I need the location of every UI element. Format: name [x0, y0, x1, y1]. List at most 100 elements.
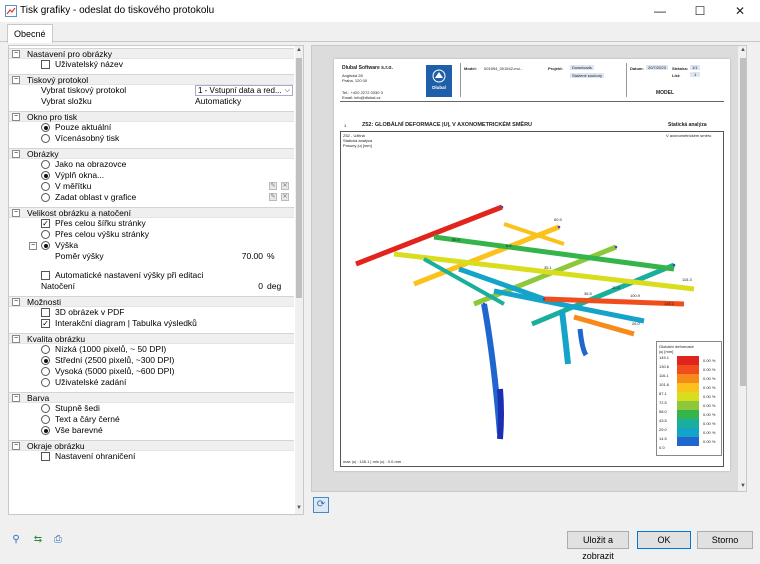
minimize-icon: —	[654, 4, 666, 18]
close-button[interactable]: ✕	[720, 0, 760, 22]
collapse-icon[interactable]: −	[12, 335, 20, 343]
section-nastaveni[interactable]: − Nastavení pro obrázky	[9, 48, 294, 59]
low-radio[interactable]	[41, 345, 50, 354]
scroll-down-icon[interactable]: ▼	[738, 483, 746, 489]
section-moznosti[interactable]: − Možnosti	[9, 296, 294, 307]
auto-height-checkbox[interactable]	[41, 271, 50, 280]
collapse-icon[interactable]: −	[12, 113, 20, 121]
high-radio[interactable]	[41, 367, 50, 376]
print-preview: Dlubal Software s.r.o. Anglická 28 Praha…	[311, 45, 747, 492]
row-low: Nízká (1000 pixelů, ~ 50 DPI)	[9, 344, 294, 355]
collapse-icon[interactable]: −	[12, 209, 20, 217]
row-mid: Střední (2500 pixelů, ~300 DPI)	[9, 355, 294, 366]
gray-radio[interactable]	[41, 404, 50, 413]
color-radio[interactable]	[41, 426, 50, 435]
row-multi: Vícenásobný tisk	[9, 133, 294, 144]
rotation-input[interactable]: 0	[195, 281, 263, 292]
section-barva[interactable]: − Barva	[9, 392, 294, 403]
window-title: Tisk grafiky - odeslat do tiskového prot…	[20, 5, 215, 16]
maximize-icon: ☐	[694, 4, 706, 18]
mid-radio[interactable]	[41, 356, 50, 365]
row-height: − Výška	[29, 240, 79, 250]
row-current: Pouze aktuální	[9, 122, 294, 133]
legend-swatch	[677, 428, 699, 437]
pdf3d-checkbox[interactable]	[41, 308, 50, 317]
result-label: 115.3	[682, 277, 692, 282]
row-ratio: Poměr výšky 70.00%	[55, 251, 275, 262]
scroll-thumb[interactable]	[296, 58, 302, 298]
row-fill: Výplň okna...	[9, 170, 294, 181]
row-full-width: ✓ Přes celou šířku stránky	[41, 218, 146, 228]
legend-swatch	[677, 374, 699, 383]
scroll-up-icon[interactable]: ▲	[738, 47, 746, 53]
title-bar: Tisk grafiky - odeslat do tiskového prot…	[0, 0, 760, 22]
maximize-button[interactable]: ☐	[680, 0, 720, 22]
settings-panel: − Nastavení pro obrázky Uživatelský název…	[8, 45, 304, 515]
full-width-checkbox[interactable]: ✓	[41, 219, 50, 228]
collapse-icon[interactable]: −	[29, 242, 37, 250]
refresh-preview-button[interactable]: ⟳	[313, 497, 329, 513]
collapse-icon[interactable]: −	[12, 50, 20, 58]
legend-percent: 0.00 %	[703, 385, 716, 390]
interactive-checkbox[interactable]: ✓	[41, 319, 50, 328]
scale-radio[interactable]	[41, 182, 50, 191]
row-scale: V měřítku ✎ ✕	[9, 181, 294, 192]
collapse-icon[interactable]: −	[12, 298, 20, 306]
preview-scrollbar[interactable]: ▲ ▼	[738, 46, 746, 491]
legend-swatch	[677, 356, 699, 365]
fill-radio[interactable]	[41, 171, 50, 180]
section-kvalita[interactable]: − Kvalita obrázku	[9, 333, 294, 344]
section-okraje[interactable]: − Okraje obrázku	[9, 440, 294, 451]
row-full-height: Přes celou výšku stránky	[9, 229, 294, 240]
folder-value[interactable]: Automaticky	[195, 96, 241, 107]
delete-icon: ✕	[281, 182, 289, 190]
cancel-button[interactable]: Storno	[697, 531, 753, 549]
save-and-show-button[interactable]: Uložit a zobrazit	[567, 531, 629, 561]
collapse-icon[interactable]: −	[12, 150, 20, 158]
scroll-up-icon[interactable]: ▲	[295, 47, 303, 53]
legend-value: 130.6	[659, 364, 670, 369]
legend-value: 0.0	[659, 445, 665, 450]
legend-value: 87.1	[659, 391, 667, 396]
row-as-screen: Jako na obrazovce	[9, 159, 294, 170]
as-screen-radio[interactable]	[41, 160, 50, 169]
user-name-checkbox[interactable]	[41, 60, 50, 69]
section-okno[interactable]: − Okno pro tisk	[9, 111, 294, 122]
app-icon	[5, 5, 17, 17]
edit-icon: ✎	[269, 182, 277, 190]
area-radio[interactable]	[41, 193, 50, 202]
full-height-radio[interactable]	[41, 230, 50, 239]
ok-button[interactable]: OK	[637, 531, 691, 549]
legend-percent: 0.00 %	[703, 412, 716, 417]
collapse-icon[interactable]: −	[12, 76, 20, 84]
result-label: 60.9	[554, 217, 562, 222]
scroll-down-icon[interactable]: ▼	[295, 505, 303, 511]
collapse-icon[interactable]: −	[12, 394, 20, 402]
tab-obecne[interactable]: Obecné	[7, 24, 53, 43]
protocol-select[interactable]: 1 - Vstupní data a red... ⌵	[195, 85, 293, 96]
scroll-thumb[interactable]	[740, 58, 746, 386]
result-label: 26.0	[632, 321, 640, 326]
limits-checkbox[interactable]	[41, 452, 50, 461]
section-protokol[interactable]: − Tiskový protokol	[9, 74, 294, 85]
section-obrazky[interactable]: − Obrázky	[9, 148, 294, 159]
bw-radio[interactable]	[41, 415, 50, 424]
height-radio[interactable]	[41, 241, 50, 250]
print-settings-icon[interactable]: ⎙	[50, 532, 66, 548]
preview-page: Dlubal Software s.r.o. Anglická 28 Praha…	[334, 59, 730, 471]
multi-radio[interactable]	[41, 134, 50, 143]
minimize-button[interactable]: —	[640, 0, 680, 22]
collapse-icon[interactable]: −	[12, 442, 20, 450]
legend-percent: 0.00 %	[703, 439, 716, 444]
save-settings-icon[interactable]: ⇆	[30, 532, 46, 548]
section-velikost[interactable]: − Velikost obrázku a natočení	[9, 207, 294, 218]
legend-value: 101.6	[659, 382, 670, 387]
help-icon[interactable]: ⚲	[8, 532, 24, 548]
settings-scrollbar[interactable]: ▲ ▼	[295, 46, 303, 514]
user-radio[interactable]	[41, 378, 50, 387]
ratio-input[interactable]: 70.00	[195, 251, 263, 262]
legend-swatch	[677, 419, 699, 428]
current-radio[interactable]	[41, 123, 50, 132]
legend-percent: 0.00 %	[703, 403, 716, 408]
legend-percent: 0.00 %	[703, 358, 716, 363]
